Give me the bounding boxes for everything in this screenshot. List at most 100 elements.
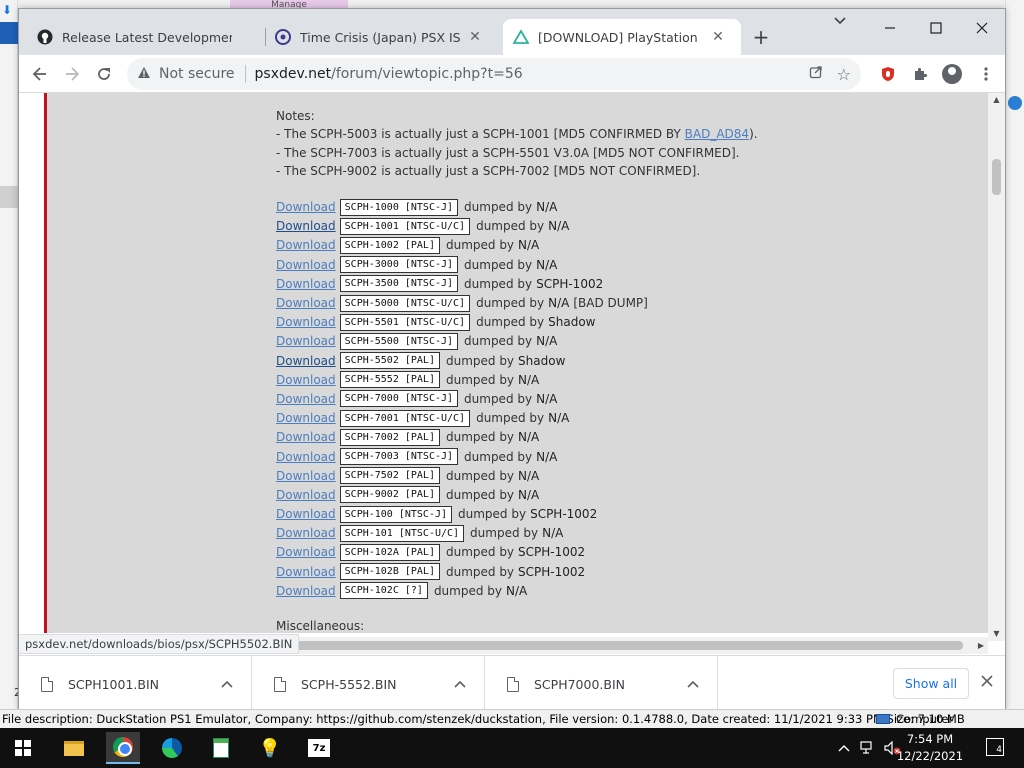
- chevron-up-icon[interactable]: [687, 678, 699, 691]
- tips-taskbar[interactable]: 💡: [253, 732, 287, 764]
- dumper-name: SCPH-1002: [536, 276, 604, 291]
- tab-download-bios[interactable]: [DOWNLOAD] PlayStation 1 BIO ✕: [503, 19, 741, 55]
- 7zip-taskbar[interactable]: 7z: [302, 732, 336, 764]
- download-list: Download SCPH-1000 [NTSC-J] dumped by N/A Do…: [276, 198, 776, 601]
- dumped-by-label: dumped by: [476, 219, 545, 234]
- notification-center-icon[interactable]: 4: [986, 738, 1004, 756]
- bios-code-label: SCPH-1001 [NTSC-U/C]: [339, 217, 471, 235]
- download-link[interactable]: Download: [276, 258, 336, 272]
- scrollbar-thumb[interactable]: [992, 159, 1001, 195]
- divider: [244, 65, 246, 83]
- bios-code-label: SCPH-7000 [NTSC-J]: [339, 390, 459, 408]
- show-all-button[interactable]: Show all: [893, 668, 969, 699]
- taskbar-clock[interactable]: 7:54 PM 12/22/2021: [890, 731, 970, 765]
- tray-overflow-chevron-icon[interactable]: [838, 728, 850, 768]
- download-link[interactable]: Download: [276, 219, 336, 233]
- chrome-taskbar[interactable]: [106, 732, 140, 764]
- close-icon[interactable]: ✕: [711, 29, 725, 45]
- download-link[interactable]: Download: [276, 392, 336, 406]
- dumped-by-label: dumped by: [464, 449, 533, 464]
- download-link[interactable]: Download: [276, 200, 336, 214]
- close-icon[interactable]: ✕: [468, 29, 482, 45]
- not-secure-label[interactable]: Not secure: [159, 66, 235, 82]
- bios-code-label: SCPH-7502 [PAL]: [339, 467, 440, 485]
- download-row: Download SCPH-102B [PAL] dumped by SCPH-100…: [276, 562, 776, 581]
- download-filename: SCPH1001.BIN: [68, 676, 159, 692]
- download-link[interactable]: Download: [276, 565, 336, 579]
- 7zip-icon: 7z: [308, 739, 330, 757]
- close-shelf-icon[interactable]: [977, 672, 997, 691]
- chevron-up-icon[interactable]: [221, 678, 233, 691]
- download-link[interactable]: Download: [276, 526, 336, 540]
- bios-code-label: SCPH-102B [PAL]: [339, 563, 440, 581]
- bios-code-label: SCPH-101 [NTSC-U/C]: [339, 524, 465, 542]
- note-text: - The SCPH-7003 is actually just a SCPH-…: [276, 145, 740, 160]
- share-icon[interactable]: [809, 65, 823, 83]
- dumped-by-label: dumped by: [464, 276, 533, 291]
- bios-code-label: SCPH-3000 [NTSC-J]: [339, 256, 459, 274]
- dumper-name: N/A: [548, 219, 570, 234]
- download-link[interactable]: Download: [276, 238, 336, 252]
- scroll-up-arrow-icon[interactable]: ▲: [988, 93, 1005, 107]
- tab-title: Time Crisis (Japan) PSX ISO - CD: [300, 29, 460, 45]
- download-link[interactable]: Download: [276, 334, 336, 348]
- download-link[interactable]: Download: [276, 411, 336, 425]
- download-link[interactable]: Download: [276, 584, 336, 598]
- profile-avatar-icon[interactable]: [942, 64, 962, 84]
- reload-button[interactable]: [91, 61, 117, 87]
- bios-code-label: SCPH-5501 [NTSC-U/C]: [339, 313, 471, 331]
- download-link[interactable]: Download: [276, 450, 336, 464]
- dumped-by-label: dumped by: [464, 334, 533, 349]
- download-row: Download SCPH-5500 [NTSC-J] dumped by N/A: [276, 332, 776, 351]
- download-link[interactable]: Download: [276, 315, 336, 329]
- new-tab-button[interactable]: +: [749, 25, 773, 49]
- extensions-puzzle-icon[interactable]: [909, 63, 931, 85]
- maximize-button[interactable]: [913, 13, 959, 43]
- download-link[interactable]: Download: [276, 296, 336, 310]
- edge-taskbar[interactable]: [155, 732, 189, 764]
- notepad-taskbar[interactable]: [204, 732, 238, 764]
- computer-icon: [876, 714, 890, 724]
- download-item[interactable]: SCPH1001.BIN: [19, 656, 252, 709]
- page-left-margin: [19, 93, 44, 633]
- download-link[interactable]: Download: [276, 469, 336, 483]
- back-button[interactable]: [27, 61, 53, 87]
- close-window-button[interactable]: [959, 13, 1005, 43]
- computer-location: Computer: [876, 710, 953, 728]
- download-item[interactable]: SCPH-5552.BIN: [252, 656, 485, 709]
- download-item[interactable]: SCPH7000.BIN: [485, 656, 718, 709]
- download-link[interactable]: Download: [276, 507, 336, 521]
- tab-time-crisis[interactable]: Time Crisis (Japan) PSX ISO - CD ✕: [265, 19, 503, 55]
- download-link[interactable]: Download: [276, 373, 336, 387]
- status-bubble-url: psxdev.net/downloads/bios/psx/SCPH5502.B…: [19, 634, 300, 654]
- file-explorer-taskbar[interactable]: [57, 732, 91, 764]
- bookmark-star-icon[interactable]: ☆: [837, 65, 851, 84]
- dumper-name: N/A: [518, 468, 540, 483]
- tab-search-chevron-icon[interactable]: [833, 15, 847, 29]
- download-link[interactable]: Download: [276, 488, 336, 502]
- scroll-right-arrow-icon[interactable]: ▶: [974, 637, 988, 654]
- address-bar[interactable]: Not secure psxdev.net/forum/viewtopic.ph…: [127, 58, 861, 90]
- network-icon[interactable]: [860, 728, 876, 768]
- forward-button[interactable]: [59, 61, 85, 87]
- download-link[interactable]: Download: [276, 545, 336, 559]
- download-link[interactable]: Download: [276, 354, 336, 368]
- start-button[interactable]: [6, 732, 40, 764]
- warning-icon[interactable]: [137, 66, 151, 83]
- download-link[interactable]: Download: [276, 277, 336, 291]
- tab-release[interactable]: Release Latest Development Buil: [27, 19, 265, 55]
- ublock-extension-icon[interactable]: [877, 63, 899, 85]
- bios-code-label: SCPH-5552 [PAL]: [339, 371, 440, 389]
- download-row: Download SCPH-7003 [NTSC-J] dumped by N/A: [276, 447, 776, 466]
- download-row: Download SCPH-7002 [PAL] dumped by N/A: [276, 428, 776, 447]
- chevron-up-icon[interactable]: [454, 678, 466, 691]
- dumper-name: SCPH-1002: [530, 507, 598, 522]
- menu-kebab-icon[interactable]: [975, 63, 997, 85]
- page-content: Notes: - The SCPH-5003 is actually just …: [19, 93, 1005, 633]
- download-link[interactable]: Download: [276, 430, 336, 444]
- note-link[interactable]: BAD_AD84: [685, 127, 749, 141]
- scroll-down-arrow-icon[interactable]: ▼: [988, 627, 1005, 641]
- vertical-scrollbar[interactable]: ▲ ▼: [988, 93, 1005, 641]
- minimize-button[interactable]: [867, 13, 913, 43]
- forum-post: Notes: - The SCPH-5003 is actually just …: [276, 107, 776, 600]
